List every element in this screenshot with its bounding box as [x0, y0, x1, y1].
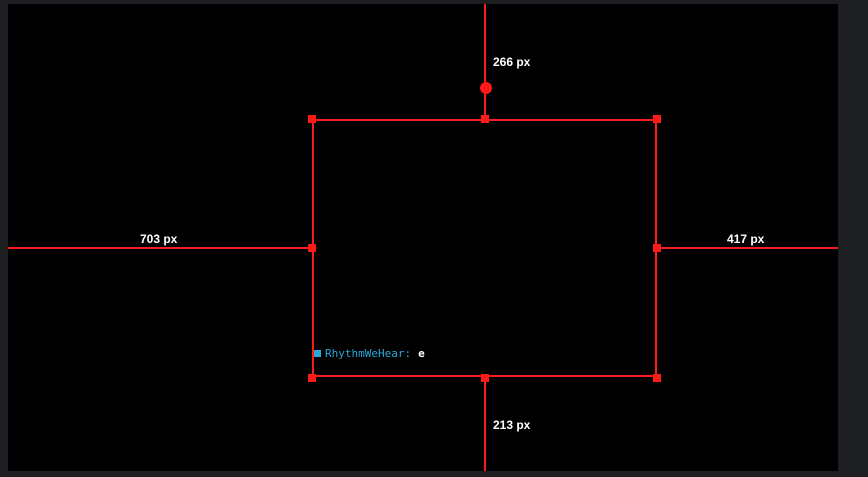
- resize-handle-bottom-right[interactable]: [653, 374, 661, 382]
- bottom-distance-guide: [484, 377, 486, 471]
- rotate-handle[interactable]: [480, 82, 492, 94]
- resize-handle-top-left[interactable]: [308, 115, 316, 123]
- right-distance-guide: [657, 247, 838, 249]
- bottom-distance-label: 213 px: [493, 418, 531, 432]
- chat-widget-selection-box[interactable]: [312, 119, 657, 377]
- resize-handle-top-right[interactable]: [653, 115, 661, 123]
- left-distance-label: 703 px: [140, 232, 178, 246]
- chat-badge-icon: [314, 350, 321, 357]
- chat-username: RhythmWeHear:: [325, 347, 412, 360]
- resize-handle-bottom[interactable]: [481, 374, 489, 382]
- chat-message-text: e: [418, 347, 425, 360]
- resize-handle-right[interactable]: [653, 244, 661, 252]
- resize-handle-top[interactable]: [481, 115, 489, 123]
- left-distance-guide: [8, 247, 312, 249]
- top-distance-label: 266 px: [493, 55, 531, 69]
- right-distance-label: 417 px: [727, 232, 765, 246]
- top-distance-guide: [484, 4, 486, 119]
- overlay-editor-canvas[interactable]: 266 px 703 px 417 px 213 px RhythmWeHear…: [8, 4, 838, 471]
- chat-message-line: RhythmWeHear: e: [314, 347, 425, 360]
- resize-handle-left[interactable]: [308, 244, 316, 252]
- resize-handle-bottom-left[interactable]: [308, 374, 316, 382]
